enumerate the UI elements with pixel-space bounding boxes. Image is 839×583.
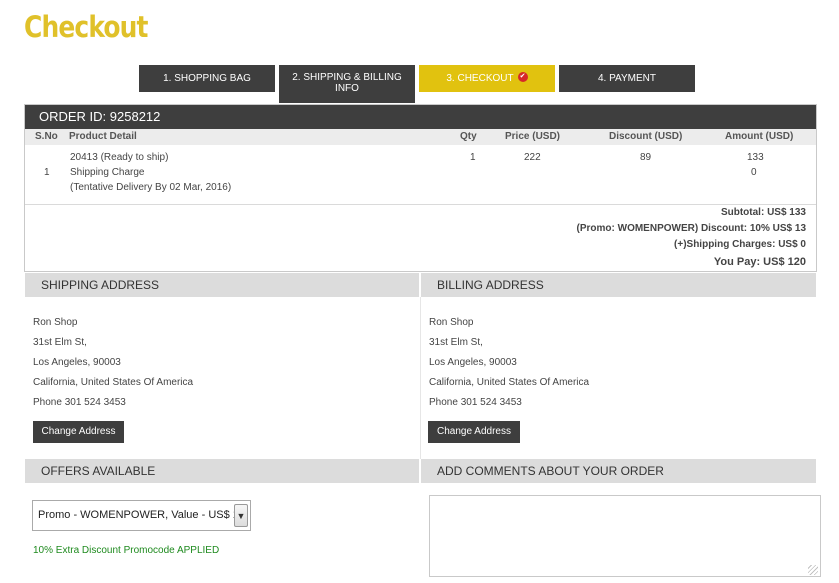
promo-discount: (Promo: WOMENPOWER) Discount: 10% US$ 13 — [576, 223, 806, 234]
you-pay: You Pay: US$ 120 — [713, 256, 806, 268]
page-title: Checkout — [24, 10, 148, 44]
row-product-line2: Shipping Charge — [70, 167, 145, 178]
billing-phone: Phone 301 524 3453 — [429, 397, 522, 408]
shipping-phone: Phone 301 524 3453 — [33, 397, 126, 408]
shipping-region: California, United States Of America — [33, 377, 194, 388]
change-billing-address-button[interactable]: Change Address — [428, 421, 520, 443]
col-sno: S.No — [35, 131, 58, 142]
subtotal: Subtotal: US$ 133 — [720, 207, 806, 218]
promo-applied-message: 10% Extra Discount Promocode APPLIED — [33, 545, 220, 556]
comments-textarea[interactable] — [429, 495, 821, 577]
check-icon: ✔ — [517, 71, 528, 82]
col-amount: Amount (USD) — [725, 131, 794, 142]
step-shopping-bag-label: 1. SHOPPING BAG — [163, 73, 251, 84]
promo-select-value: Promo - WOMENPOWER, Value - US$ 13 — [38, 509, 246, 521]
chevron-down-icon[interactable]: ▼ — [234, 504, 248, 527]
row-product-line1: 20413 (Ready to ship) — [70, 152, 169, 163]
billing-region: California, United States Of America — [429, 377, 590, 388]
row-shipping-amount: 0 — [751, 167, 757, 178]
billing-address-header: BILLING ADDRESS — [421, 273, 816, 297]
row-qty: 1 — [470, 152, 476, 163]
billing-street: 31st Elm St, — [429, 337, 483, 348]
resize-grip-icon[interactable] — [808, 565, 818, 575]
row-discount: 89 — [640, 152, 652, 163]
row-sno: 1 — [44, 167, 50, 178]
step-checkout[interactable]: 3. CHECKOUT ✔ — [419, 65, 555, 92]
col-qty: Qty — [460, 131, 477, 142]
col-price: Price (USD) — [505, 131, 561, 142]
column-divider — [420, 297, 421, 459]
comments-header: ADD COMMENTS ABOUT YOUR ORDER — [421, 459, 816, 483]
step-shipping-billing-label-line2: INFO — [335, 83, 359, 94]
col-discount: Discount (USD) — [609, 131, 683, 142]
change-shipping-address-button[interactable]: Change Address — [33, 421, 124, 443]
promo-select[interactable]: Promo - WOMENPOWER, Value - US$ 13 ▼ — [32, 500, 251, 531]
shipping-charges: (+)Shipping Charges: US$ 0 — [674, 239, 806, 250]
step-shopping-bag[interactable]: 1. SHOPPING BAG — [139, 65, 275, 92]
row-product-line3: (Tentative Delivery By 02 Mar, 2016) — [70, 182, 232, 193]
step-shipping-billing[interactable]: 2. SHIPPING & BILLING INFO — [279, 65, 415, 103]
row-amount: 133 — [747, 152, 764, 163]
step-payment-label: 4. PAYMENT — [598, 73, 656, 84]
billing-name: Ron Shop — [429, 317, 474, 328]
shipping-address-header: SHIPPING ADDRESS — [25, 273, 419, 297]
step-shipping-billing-label-line1: 2. SHIPPING & BILLING — [292, 72, 402, 83]
shipping-name: Ron Shop — [33, 317, 78, 328]
step-checkout-label: 3. CHECKOUT — [446, 73, 514, 84]
order-summary: ORDER ID: 9258212 S.No Product Detail Qt… — [24, 104, 817, 272]
order-id: ORDER ID: 9258212 — [25, 105, 816, 129]
shipping-street: 31st Elm St, — [33, 337, 87, 348]
col-product-detail: Product Detail — [69, 131, 137, 142]
order-columns-header: S.No Product Detail Qty Price (USD) Disc… — [25, 129, 816, 145]
step-payment[interactable]: 4. PAYMENT — [559, 65, 695, 92]
offers-header: OFFERS AVAILABLE — [25, 459, 419, 483]
row-price: 222 — [524, 152, 541, 163]
shipping-city: Los Angeles, 90003 — [33, 357, 121, 368]
table-row: 1 20413 (Ready to ship) Shipping Charge … — [25, 145, 816, 205]
billing-city: Los Angeles, 90003 — [429, 357, 517, 368]
